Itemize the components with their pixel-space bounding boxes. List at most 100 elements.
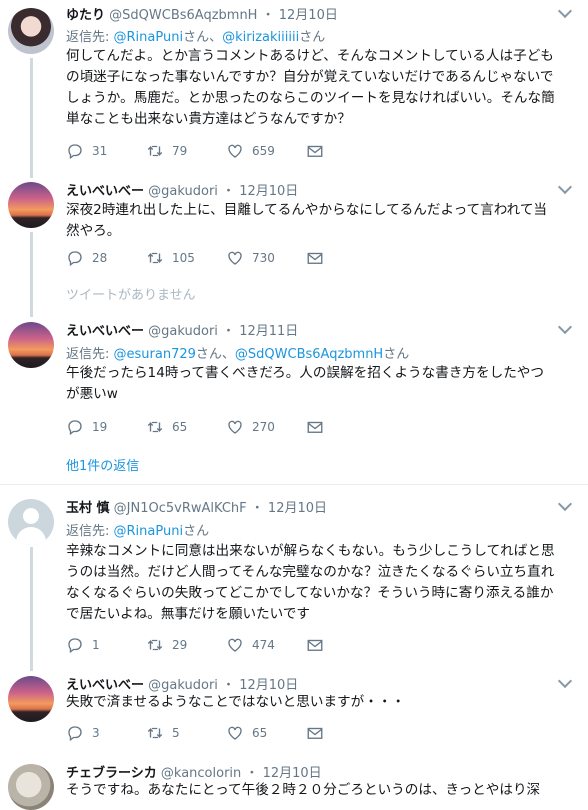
reply-button[interactable]: 31 [66, 141, 107, 161]
reply-button[interactable]: 28 [66, 248, 107, 268]
chevron-down-icon[interactable] [557, 179, 573, 195]
timestamp[interactable]: 12月10日 [268, 501, 327, 516]
thread-line [30, 547, 33, 671]
display-name[interactable]: えいべいべー [66, 184, 144, 199]
reply-icon [68, 251, 82, 267]
dm-button[interactable] [306, 141, 332, 161]
more-replies-link[interactable]: 他1件の返信 [66, 455, 139, 474]
thread-line [30, 58, 33, 178]
retweet-button[interactable]: 5 [146, 723, 180, 743]
handle[interactable]: @SdQWCBs6AqzbmnH [109, 8, 257, 23]
retweet-count: 65 [172, 420, 188, 434]
reply-button[interactable]: 19 [66, 417, 107, 437]
mention-link[interactable]: @esuran729 [114, 347, 196, 362]
timestamp[interactable]: 12月10日 [279, 8, 338, 23]
date-separator: ・ [245, 766, 259, 781]
reply-separator: さん、 [195, 347, 235, 362]
handle[interactable]: @gakudori [148, 678, 218, 693]
heart-icon [228, 420, 242, 434]
reply-to: 返信先: @esuran729さん、@SdQWCBs6AqzbmnHさん [66, 343, 409, 362]
display-name[interactable]: 玉村 慎 [66, 501, 110, 516]
retweet-icon [147, 639, 163, 651]
date-separator: ・ [222, 678, 236, 693]
retweet-button[interactable]: 29 [146, 635, 187, 655]
chevron-down-icon[interactable] [557, 3, 573, 19]
reply-icon [68, 726, 82, 742]
timestamp[interactable]: 12月10日 [239, 184, 298, 199]
mail-icon [307, 145, 323, 157]
chevron-down-icon[interactable] [557, 319, 573, 335]
like-button[interactable]: 270 [226, 417, 275, 437]
retweet-icon [147, 421, 163, 433]
display-name[interactable]: えいべいべー [66, 324, 144, 339]
avatar[interactable] [8, 676, 54, 722]
display-name[interactable]: えいべいべー [66, 678, 144, 693]
timestamp[interactable]: 12月10日 [263, 766, 322, 781]
mail-icon [307, 421, 323, 433]
reply-count: 28 [92, 251, 108, 265]
date-separator: ・ [261, 8, 275, 23]
avatar[interactable] [8, 8, 54, 54]
tweet-header: ゆたり @SdQWCBs6AqzbmnH ・ 12月10日 [66, 4, 338, 23]
retweet-icon [147, 727, 163, 739]
like-count: 474 [252, 638, 275, 652]
chevron-down-icon[interactable] [557, 673, 573, 689]
avatar[interactable] [8, 322, 54, 368]
mail-icon [307, 252, 323, 264]
like-count: 65 [252, 726, 268, 740]
tweet-text: そうですね。あなたにとって午後２時２０分ごろというのは、きっとやはり深 [66, 782, 541, 798]
avatar[interactable] [8, 499, 54, 545]
handle[interactable]: @JN1Oc5vRwAlKChF [114, 501, 247, 516]
like-button[interactable]: 659 [226, 141, 275, 161]
dm-button[interactable] [306, 248, 332, 268]
like-count: 270 [252, 420, 275, 434]
like-button[interactable]: 65 [226, 723, 267, 743]
reply-icon [68, 144, 82, 160]
heart-icon [228, 726, 242, 740]
display-name[interactable]: ゆたり [66, 8, 105, 23]
mention-link[interactable]: @RinaPuni [114, 30, 184, 45]
reply-count: 31 [92, 144, 108, 158]
dm-button[interactable] [306, 635, 332, 655]
reply-separator: さん、 [183, 30, 223, 45]
display-name[interactable]: チェブラーシカ [66, 766, 157, 781]
reply-button[interactable]: 3 [66, 723, 100, 743]
retweet-button[interactable]: 65 [146, 417, 187, 437]
like-count: 659 [252, 144, 275, 158]
tweet-text: 深夜2時連れ出した上に、目離してるんやからなにしてるんだよって言われて当然やろ。 [66, 202, 548, 239]
handle[interactable]: @gakudori [148, 324, 218, 339]
tweet-text: 何してんだよ。とか言うコメントあるけど、そんなコメントしている人は子どもの頃迷子… [66, 48, 555, 127]
conversation-divider [0, 484, 588, 485]
avatar[interactable] [8, 764, 54, 810]
reply-suffix: さん [383, 347, 410, 362]
mention-link[interactable]: @kirizakiiiiii [222, 30, 299, 45]
timestamp[interactable]: 12月11日 [239, 324, 298, 339]
timestamp[interactable]: 12月10日 [239, 678, 298, 693]
tweet-header: 玉村 慎 @JN1Oc5vRwAlKChF ・ 12月10日 [66, 497, 327, 516]
like-button[interactable]: 730 [226, 248, 275, 268]
like-button[interactable]: 474 [226, 635, 275, 655]
retweet-button[interactable]: 79 [146, 141, 187, 161]
heart-icon [228, 251, 242, 265]
tweet-text: 辛辣なコメントに同意は出来ないが解らなくもない。もう少しこうしてればと思うのは当… [66, 543, 555, 622]
reply-count: 1 [92, 638, 100, 652]
chevron-down-icon[interactable] [557, 496, 573, 512]
handle[interactable]: @gakudori [148, 184, 218, 199]
reply-button[interactable]: 1 [66, 635, 100, 655]
dm-button[interactable] [306, 417, 332, 437]
avatar[interactable] [8, 182, 54, 228]
mention-link[interactable]: @SdQWCBs6AqzbmnH [235, 347, 383, 362]
heart-icon [228, 638, 242, 652]
date-separator: ・ [222, 184, 236, 199]
dm-button[interactable] [306, 723, 332, 743]
retweet-count: 105 [172, 251, 195, 265]
default-avatar-body [16, 527, 46, 545]
tweet-header: えいべいべー @gakudori ・ 12月11日 [66, 320, 298, 339]
tweet-text: 午後だったら14時って書くべきだろ。人の誤解を招くような書き方をしたやつが悪いw [66, 365, 544, 402]
tweet-header: チェブラーシカ @kancolorin ・ 12月10日 [66, 762, 322, 781]
handle[interactable]: @kancolorin [161, 766, 241, 781]
reply-to: 返信先: @RinaPuniさん、@kirizakiiiiiiさん [66, 26, 325, 45]
reply-to: 返信先: @RinaPuniさん [66, 520, 209, 539]
mention-link[interactable]: @RinaPuni [114, 524, 184, 539]
retweet-button[interactable]: 105 [146, 248, 195, 268]
